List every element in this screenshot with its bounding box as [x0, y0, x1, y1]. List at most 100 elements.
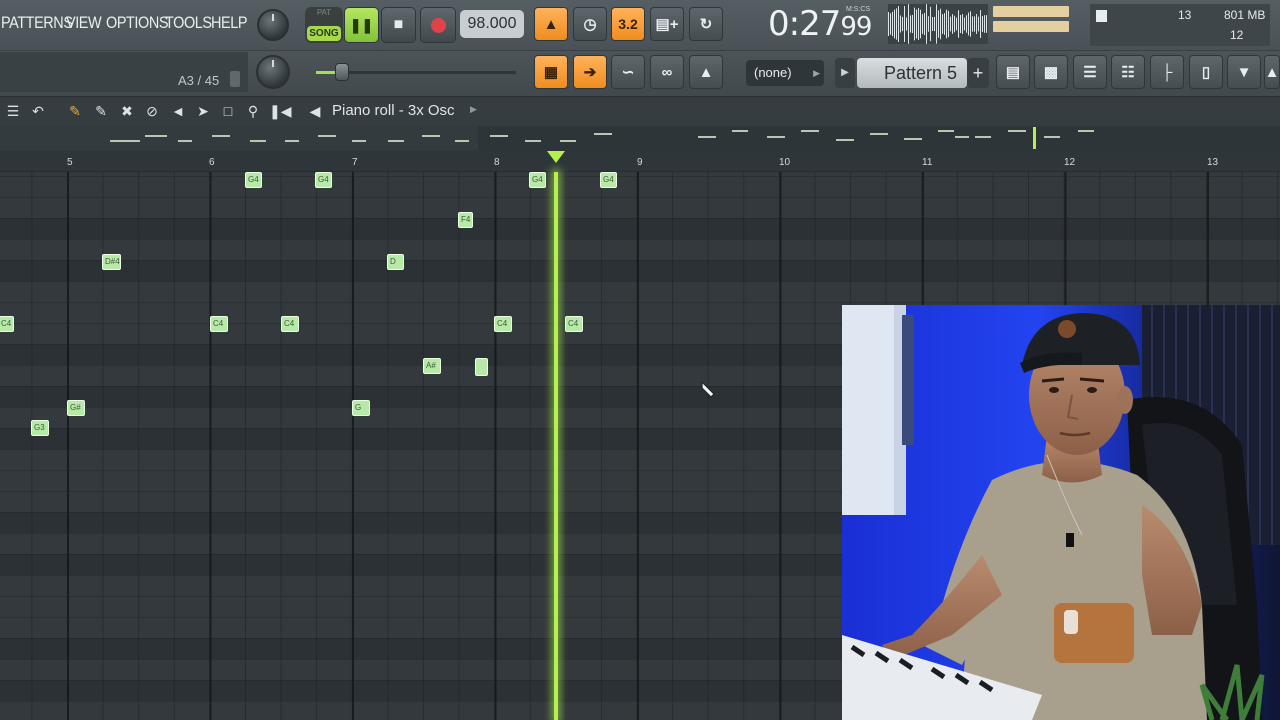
menu-options[interactable]: OPTIONS: [106, 13, 168, 33]
mute-tool-icon[interactable]: ⊘: [143, 102, 161, 120]
wait-for-input-button[interactable]: ◷: [573, 7, 607, 41]
note[interactable]: C4: [210, 316, 228, 332]
menu-view[interactable]: VIEW: [66, 13, 102, 33]
note[interactable]: G4: [529, 172, 546, 188]
cpu-indicator: [1096, 10, 1107, 22]
chevron-right-icon[interactable]: ▶: [470, 104, 477, 115]
overview-note: [250, 140, 266, 142]
waveform-sample: [980, 10, 981, 38]
hint-text: A3 / 45: [178, 73, 220, 88]
paint-brush-icon[interactable]: ✎: [92, 102, 110, 120]
note[interactable]: C4: [494, 316, 512, 332]
metronome-button[interactable]: ▲: [534, 7, 568, 41]
note[interactable]: A#: [423, 358, 441, 374]
browser-icon: ├: [1161, 63, 1173, 81]
menu-patterns[interactable]: PATTERNS: [1, 13, 73, 33]
waveform-sample: [950, 16, 951, 32]
mixer-button[interactable]: ☷: [1111, 55, 1145, 89]
step-edit-button[interactable]: ▤+: [650, 7, 684, 41]
pat-song-toggle[interactable]: PAT SONG: [305, 7, 343, 43]
peak-meter-left: [993, 6, 1069, 17]
note[interactable]: C4: [281, 316, 299, 332]
note[interactable]: D#4: [102, 254, 121, 270]
note[interactable]: G: [352, 400, 370, 416]
project-info-button[interactable]: ▯: [1189, 55, 1223, 89]
overview-note: [836, 139, 854, 141]
pattern-prev-button[interactable]: ▶: [835, 58, 855, 88]
overview-note: [732, 130, 748, 132]
stamp-button[interactable]: ▲: [689, 55, 723, 89]
note-overview-strip[interactable]: [0, 126, 1280, 150]
select-tool-icon[interactable]: ➤: [194, 102, 212, 120]
note[interactable]: F4: [458, 212, 473, 228]
snap-dropdown[interactable]: (none) ▶: [746, 60, 824, 86]
pattern-selector[interactable]: Pattern 5: [857, 58, 967, 88]
note[interactable]: G3: [31, 420, 49, 436]
mouse-cursor-icon: [701, 380, 715, 398]
cpu-memory-panel[interactable]: 13 801 MB 12: [1090, 4, 1270, 46]
peak-meter: [993, 6, 1069, 36]
loop-record-button[interactable]: ↻: [689, 7, 723, 41]
waveform-sample: [978, 16, 979, 32]
browser-button[interactable]: ├: [1150, 55, 1184, 89]
add-pattern-button[interactable]: +: [967, 58, 989, 88]
snap-forward-button[interactable]: ➔: [573, 55, 607, 89]
delete-tool-icon[interactable]: ✖: [118, 102, 136, 120]
waveform-sample: [910, 15, 911, 33]
countdown-button[interactable]: 3.2: [611, 7, 645, 41]
extra-tool-button[interactable]: ▲: [1264, 55, 1280, 89]
playlist-button[interactable]: ▤: [996, 55, 1030, 89]
channel-rack-icon: ☰: [1083, 64, 1097, 81]
slice-tool-icon[interactable]: ◄: [169, 102, 187, 120]
select-box-icon[interactable]: □: [219, 102, 237, 120]
pencil-icon[interactable]: ✎: [66, 102, 84, 120]
bar-number: 13: [1207, 157, 1219, 168]
main-volume-handle[interactable]: [335, 63, 349, 81]
stop-button[interactable]: ■: [381, 7, 416, 43]
overview-note: [975, 136, 991, 138]
link-button[interactable]: ∞: [650, 55, 684, 89]
overview-note: [560, 140, 576, 142]
plugin-button[interactable]: ▼: [1227, 55, 1261, 89]
waveform-sample: [890, 13, 891, 35]
master-volume-knob[interactable]: [257, 9, 289, 41]
waveform-sample: [972, 16, 973, 32]
note[interactable]: G4: [600, 172, 617, 188]
menu-tools[interactable]: TOOLS: [165, 13, 212, 33]
overview-note: [1044, 136, 1060, 138]
master-pitch-knob[interactable]: [256, 55, 290, 89]
playhead-marker[interactable]: [547, 151, 565, 163]
menu-help[interactable]: HELP: [211, 13, 247, 33]
playback-tool-icon[interactable]: ❚◀: [269, 102, 292, 120]
waveform-sample: [930, 6, 931, 42]
note[interactable]: C4: [0, 316, 14, 332]
blend-notes-button[interactable]: ∽: [611, 55, 645, 89]
bar-number: 8: [494, 157, 500, 168]
note[interactable]: G#: [67, 400, 85, 416]
loop-record-icon: ↻: [699, 16, 713, 33]
playhead-line[interactable]: [554, 172, 558, 720]
overview-note: [178, 140, 192, 142]
play-pause-button[interactable]: ❚❚: [344, 7, 379, 43]
countdown-label: 3.2: [618, 16, 638, 32]
channel-rack-button[interactable]: ☰: [1073, 55, 1107, 89]
typing-keyboard-button[interactable]: ▦: [534, 55, 568, 89]
note[interactable]: D: [387, 254, 404, 270]
note[interactable]: C4: [565, 316, 583, 332]
tempo-display[interactable]: 98.000: [460, 10, 524, 38]
speaker-icon[interactable]: ◀: [306, 102, 324, 120]
clock-unit: M:S:CS: [846, 6, 871, 13]
playlist-icon: ▤: [1005, 64, 1021, 81]
waveform-sample: [960, 14, 961, 34]
waveform-sample: [942, 14, 943, 34]
options-menu-icon[interactable]: ☰: [4, 102, 22, 120]
undo-icon[interactable]: ↶: [29, 102, 47, 120]
note[interactable]: G4: [315, 172, 332, 188]
oscilloscope: [888, 4, 988, 44]
zoom-icon[interactable]: ⚲: [244, 102, 262, 120]
note[interactable]: [475, 358, 488, 376]
piano-roll-button[interactable]: ▩: [1034, 55, 1068, 89]
record-button[interactable]: [420, 7, 456, 43]
document-icon: ▯: [1201, 64, 1211, 81]
note[interactable]: G4: [245, 172, 262, 188]
